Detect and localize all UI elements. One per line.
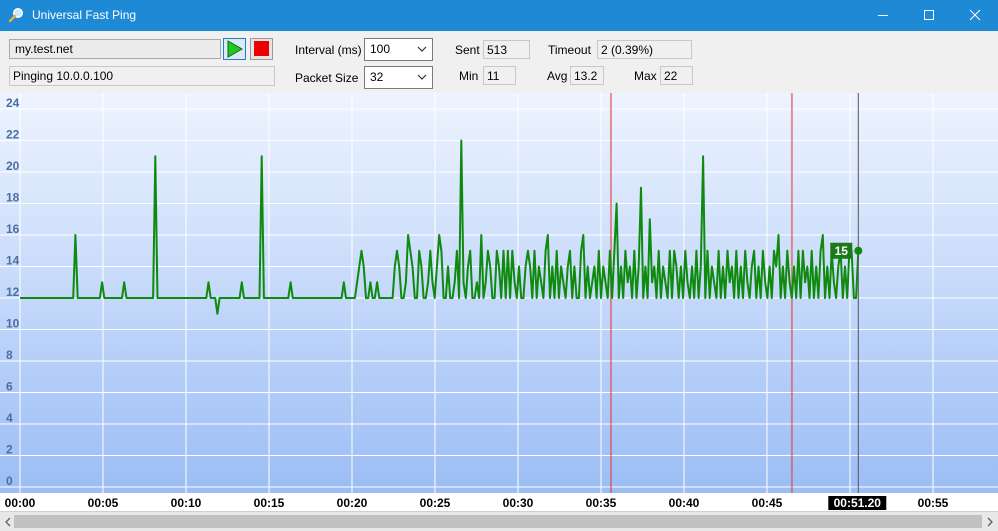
x-tick-label: 00:15 bbox=[254, 496, 285, 510]
y-tick-label: 0 bbox=[6, 474, 13, 488]
magnifier-icon bbox=[8, 8, 23, 23]
stop-icon bbox=[254, 41, 269, 56]
title-bar: Universal Fast Ping bbox=[0, 0, 998, 31]
scrollbar-thumb[interactable] bbox=[14, 515, 982, 528]
ping-chart[interactable]: 0 2 4 6 8 10 12 14 16 18 20 22 24 00:00 00:05 00:10 00:… bbox=[0, 93, 998, 511]
y-tick-label: 4 bbox=[6, 411, 13, 425]
chevron-down-icon bbox=[417, 74, 427, 80]
x-tick-label: 00:20 bbox=[337, 496, 368, 510]
ping-chart-svg: 024681012141618202224 00:00 00:05 00:10 00:… bbox=[0, 93, 998, 511]
min-value: 11 bbox=[483, 66, 516, 85]
avg-label: Avg bbox=[547, 69, 568, 83]
maximize-button[interactable] bbox=[906, 0, 952, 31]
interval-label: Interval (ms) bbox=[295, 43, 362, 57]
y-tick-label: 14 bbox=[6, 254, 20, 268]
scroll-right-icon[interactable] bbox=[984, 515, 996, 529]
y-tick-label: 22 bbox=[6, 128, 20, 142]
x-tick-label: 00:35 bbox=[586, 496, 617, 510]
sent-value: 513 bbox=[483, 40, 530, 59]
stop-button[interactable] bbox=[250, 38, 273, 60]
play-icon bbox=[227, 40, 244, 58]
x-tick-label: 00:25 bbox=[420, 496, 451, 510]
timeout-label: Timeout bbox=[548, 43, 591, 57]
y-tick-label: 18 bbox=[6, 191, 20, 205]
current-value-label: 15 bbox=[835, 244, 849, 258]
x-tick-label: 00:10 bbox=[171, 496, 202, 510]
close-button[interactable] bbox=[952, 0, 998, 31]
maximize-icon bbox=[924, 10, 934, 20]
x-tick-label: 00:45 bbox=[752, 496, 783, 510]
packet-size-select[interactable]: 32 bbox=[364, 66, 433, 89]
current-value-dot bbox=[854, 246, 863, 255]
controls-panel: my.test.net Pinging 10.0.0.100 Interval … bbox=[0, 31, 998, 93]
max-value: 22 bbox=[660, 66, 693, 85]
x-tick-label: 00:40 bbox=[669, 496, 700, 510]
y-tick-label: 24 bbox=[6, 96, 20, 110]
start-button[interactable] bbox=[223, 38, 246, 60]
x-tick-label: 00:05 bbox=[88, 496, 119, 510]
interval-select[interactable]: 100 bbox=[364, 38, 433, 61]
scroll-left-icon[interactable] bbox=[2, 515, 14, 529]
y-tick-label: 6 bbox=[6, 380, 13, 394]
x-tick-label: 00:30 bbox=[503, 496, 534, 510]
sent-label: Sent bbox=[455, 43, 480, 57]
interval-value: 100 bbox=[370, 42, 391, 56]
window-title: Universal Fast Ping bbox=[32, 8, 137, 22]
y-tick-label: 20 bbox=[6, 159, 20, 173]
packet-size-label: Packet Size bbox=[295, 71, 359, 85]
y-tick-label: 10 bbox=[6, 317, 20, 331]
y-tick-label: 16 bbox=[6, 222, 20, 236]
y-tick-label: 12 bbox=[6, 285, 20, 299]
chevron-down-icon bbox=[417, 46, 427, 52]
host-input[interactable]: my.test.net bbox=[9, 39, 221, 59]
minimize-icon bbox=[878, 15, 888, 16]
x-tick-label: 00:55 bbox=[918, 496, 949, 510]
minimize-button[interactable] bbox=[860, 0, 906, 31]
packet-size-value: 32 bbox=[370, 70, 384, 84]
close-icon bbox=[969, 9, 981, 21]
timeout-value: 2 (0.39%) bbox=[597, 40, 692, 59]
horizontal-scrollbar[interactable] bbox=[0, 511, 998, 531]
min-label: Min bbox=[459, 69, 479, 83]
max-label: Max bbox=[634, 69, 657, 83]
x-tick-label: 00:00 bbox=[5, 496, 36, 510]
status-field: Pinging 10.0.0.100 bbox=[9, 66, 275, 86]
avg-value: 13.2 bbox=[570, 66, 604, 85]
y-tick-label: 8 bbox=[6, 348, 13, 362]
y-tick-label: 2 bbox=[6, 443, 13, 457]
cursor-time-label: 00:51.20 bbox=[834, 496, 882, 510]
